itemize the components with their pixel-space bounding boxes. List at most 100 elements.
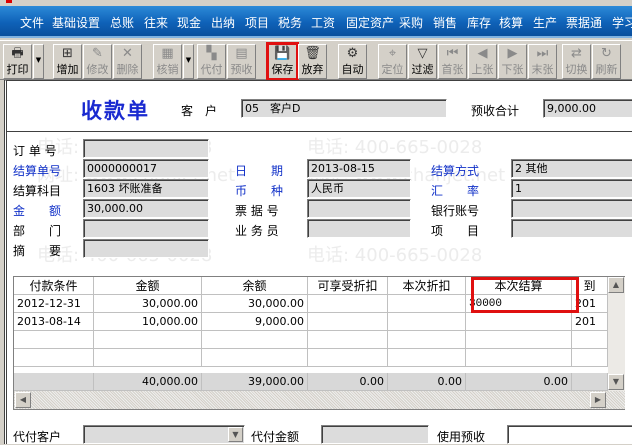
menu-item[interactable]: 总账 xyxy=(110,14,134,31)
grid-cell[interactable] xyxy=(14,349,94,367)
dropdown-arrow-button[interactable]: ▼ xyxy=(183,44,194,79)
toolbar-button-discard[interactable]: 🗑 放弃 xyxy=(298,44,327,79)
grid-cell[interactable]: 30,000.00 xyxy=(202,295,308,313)
toolbar-button-proxy-pay[interactable]: ▚ 代付 xyxy=(197,44,226,79)
toolbar-button-delete[interactable]: ✕ 删除 xyxy=(113,44,142,79)
grid-cell[interactable] xyxy=(14,331,94,349)
grid-cell[interactable] xyxy=(466,313,572,331)
grid-cell[interactable]: 10,000.00 xyxy=(94,313,202,331)
department-field[interactable] xyxy=(83,219,209,238)
menu-item[interactable]: 基础设置 xyxy=(52,14,100,31)
menu-item-label: 销售 xyxy=(433,16,458,30)
grid-cell[interactable] xyxy=(308,331,388,349)
proxy-customer-label: 代付客户 xyxy=(13,430,62,444)
proxy-amount-field[interactable] xyxy=(321,425,429,444)
toolbar-button-last-record[interactable]: ⏭ 末张 xyxy=(528,44,557,79)
proxy-customer-combo[interactable] xyxy=(83,425,245,444)
scroll-up-icon[interactable]: ▲ xyxy=(608,277,624,293)
customer-field[interactable]: 05 客户D xyxy=(241,99,447,118)
grid-total-cell: 40,000.00 xyxy=(94,373,202,391)
grid-cell[interactable] xyxy=(202,331,308,349)
grid-cell[interactable] xyxy=(572,331,608,349)
grid-cell[interactable] xyxy=(202,349,308,367)
grid-cell[interactable] xyxy=(308,295,388,313)
toolbar-button-filter[interactable]: ▽ 过滤 xyxy=(408,44,437,79)
toolbar-button-next-record[interactable]: ▶ 下张 xyxy=(498,44,527,79)
menu-item[interactable]: 票据通 xyxy=(566,14,602,31)
proxy-amount-label: 代付金额 xyxy=(251,430,300,444)
menu-item[interactable]: 出纳 xyxy=(211,14,235,31)
menu-item[interactable]: 学习 xyxy=(612,14,632,31)
summary-field[interactable] xyxy=(83,239,209,258)
toolbar-button-edit[interactable]: ✎ 修改 xyxy=(83,44,112,79)
menu-item[interactable]: 往来 xyxy=(144,14,168,31)
menu-item[interactable]: 文件 xyxy=(20,14,44,31)
toolbar-button-save[interactable]: 💾 保存 xyxy=(266,42,299,81)
settle-account-field[interactable]: 1603 坏账准备 xyxy=(83,179,209,198)
toolbar-button-printer[interactable]: 🖶 打印 xyxy=(3,44,32,79)
grid-cell[interactable] xyxy=(466,331,572,349)
toolbar-button-verify[interactable]: ▦ 核销 xyxy=(153,44,182,79)
toolbar-button-refresh[interactable]: ↻ 刷新 xyxy=(592,44,621,79)
settle-no-field[interactable]: 0000000017 xyxy=(83,159,209,178)
salesman-field[interactable] xyxy=(307,219,411,238)
grid-cell[interactable] xyxy=(94,331,202,349)
menu-item[interactable]: 项目 xyxy=(245,14,269,31)
grid-cell[interactable] xyxy=(466,349,572,367)
menu-item[interactable]: 核算 xyxy=(499,14,523,31)
order-no-field[interactable] xyxy=(83,139,209,158)
toolbar-button-add-document[interactable]: ⊞ 增加 xyxy=(53,44,82,79)
grid-cell[interactable] xyxy=(388,313,466,331)
grid-cell[interactable]: 201 xyxy=(572,313,608,331)
toolbar-button-first-record[interactable]: ⏮ 首张 xyxy=(438,44,467,79)
scroll-right-icon[interactable]: ▶ xyxy=(590,392,606,408)
grid-cell[interactable] xyxy=(308,313,388,331)
menu-item[interactable]: 现金 xyxy=(177,14,201,31)
grid-cell[interactable] xyxy=(94,349,202,367)
grid-cell[interactable]: 2012-12-31 xyxy=(14,295,94,313)
menu-item[interactable]: 税务 xyxy=(278,14,302,31)
project-field[interactable] xyxy=(511,219,632,238)
grid-cell[interactable] xyxy=(308,349,388,367)
use-prepay-field[interactable] xyxy=(507,425,632,444)
scroll-down-icon[interactable]: ▼ xyxy=(608,374,624,390)
use-prepay-label: 使用预收 xyxy=(437,430,486,444)
vertical-scrollbar[interactable]: ▲ ▼ xyxy=(608,277,625,391)
grid-cell[interactable]: 9,000.00 xyxy=(202,313,308,331)
currency-field[interactable]: 人民币 xyxy=(307,179,411,198)
column-header[interactable]: 本次折扣 xyxy=(388,277,466,295)
settle-method-field[interactable]: 2 其他 xyxy=(511,159,632,178)
bank-account-field[interactable] xyxy=(511,199,632,218)
date-field[interactable]: 2013-08-15 xyxy=(307,159,411,178)
column-header[interactable]: 余额 xyxy=(202,277,308,295)
toolbar-button-previous-record[interactable]: ◀ 上张 xyxy=(468,44,497,79)
toolbar-button-prepay[interactable]: ▤ 预收 xyxy=(227,44,256,79)
menu-item[interactable]: 采购 xyxy=(399,14,423,31)
grid-cell[interactable] xyxy=(388,331,466,349)
chevron-down-icon[interactable]: ▼ xyxy=(228,427,243,442)
toolbar-button-locate[interactable]: ⌖ 定位 xyxy=(378,44,407,79)
grid-cell[interactable] xyxy=(388,349,466,367)
toolbar-button-label: 定位 xyxy=(381,63,404,76)
column-header[interactable]: 付款条件 xyxy=(14,277,94,295)
menu-item[interactable]: 销售 xyxy=(433,14,457,31)
toolbar-button-switch[interactable]: ⇄ 切换 xyxy=(562,44,591,79)
toolbar-button-auto[interactable]: ⚙ 自动 xyxy=(338,44,367,79)
rate-field[interactable]: 1 xyxy=(511,179,632,198)
grid-cell[interactable]: 2013-08-14 xyxy=(14,313,94,331)
horizontal-scrollbar[interactable]: ◀ ▶ xyxy=(14,391,625,409)
grid-cell[interactable] xyxy=(388,295,466,313)
grid-cell[interactable] xyxy=(572,349,608,367)
amount-field[interactable]: 30,000.00 xyxy=(83,199,209,218)
currency-label: 币 种 xyxy=(235,184,284,198)
menu-item[interactable]: 固定资产 xyxy=(346,14,394,31)
menu-item[interactable]: 库存 xyxy=(467,14,491,31)
grid-cell[interactable]: 30,000.00 xyxy=(94,295,202,313)
column-header[interactable]: 金额 xyxy=(94,277,202,295)
bill-no-field[interactable] xyxy=(307,199,411,218)
menu-item[interactable]: 生产 xyxy=(533,14,557,31)
menu-item[interactable]: 工资 xyxy=(311,14,335,31)
column-header[interactable]: 可享受折扣 xyxy=(308,277,388,295)
dropdown-arrow-button[interactable]: ▼ xyxy=(33,44,44,79)
scroll-left-icon[interactable]: ◀ xyxy=(15,392,31,408)
